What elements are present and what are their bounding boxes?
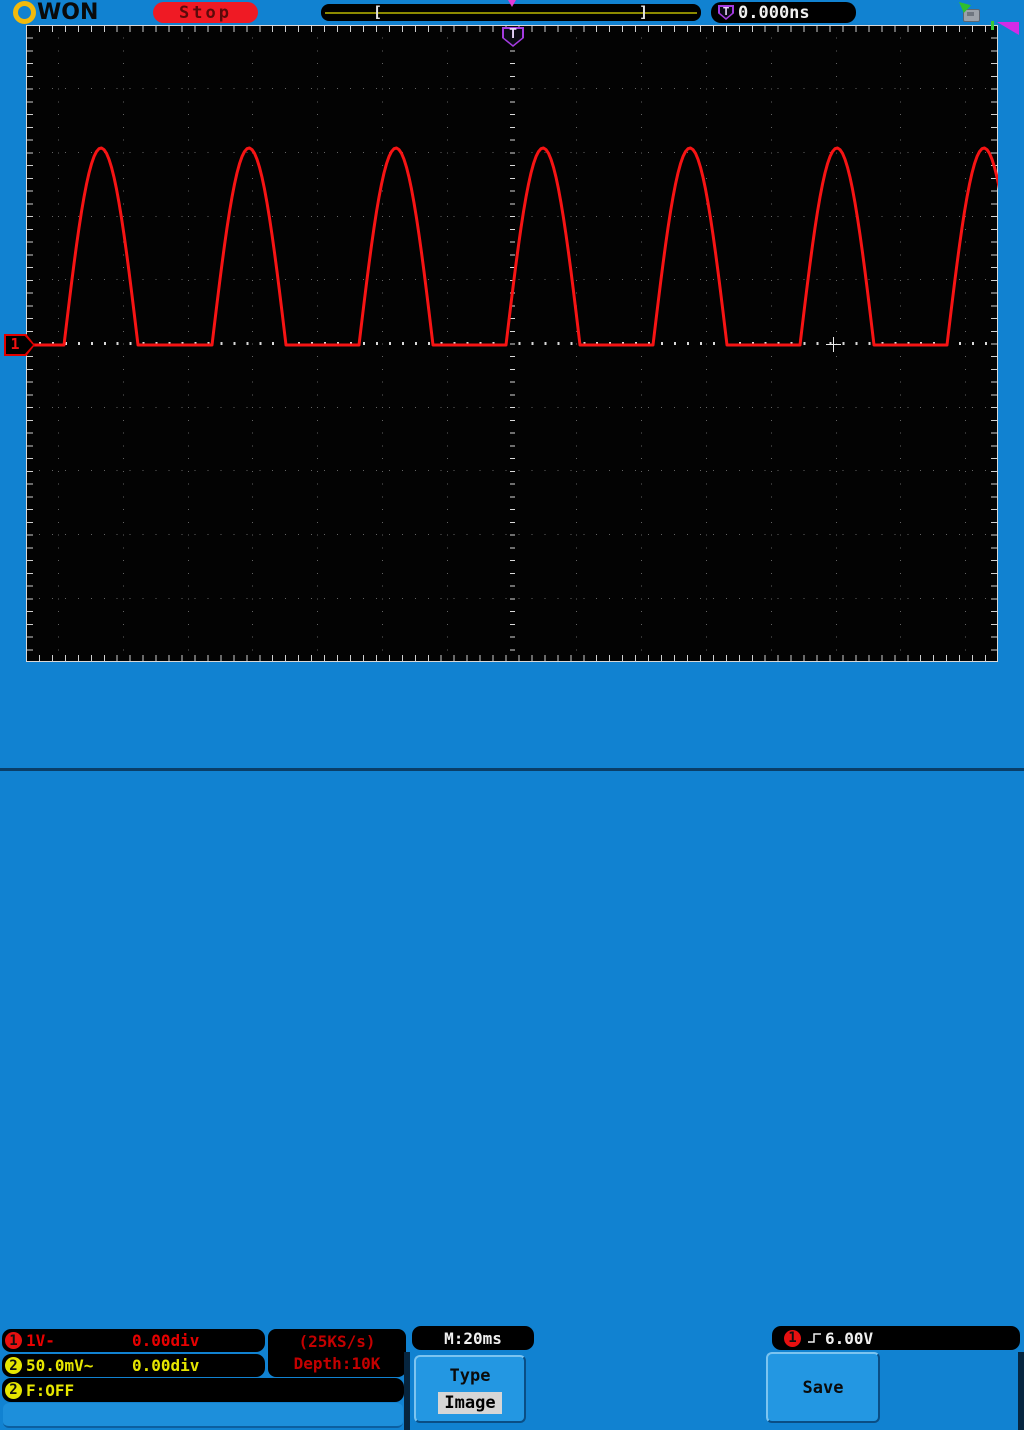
trigger-level-value: 6.00V (825, 1328, 874, 1348)
empty-status-strip (3, 1403, 403, 1428)
freq-counter-label: F:OFF (26, 1380, 75, 1400)
timebase-readout: M:20ms (412, 1326, 534, 1350)
window-start-bracket: [ (373, 3, 383, 21)
frequency-counter-readout: 2 F:OFF (2, 1378, 404, 1402)
ch2-offset: 0.00div (132, 1356, 200, 1375)
header-bar: WON Stop [ ] T 0.000ns (0, 0, 1024, 25)
trigger-source-badge: 1 (784, 1329, 801, 1347)
ch2-badge: 2 (5, 1357, 22, 1374)
usb-device-icon (956, 2, 982, 22)
horizontal-position-bar[interactable]: [ ] (321, 4, 701, 21)
freq-source-badge: 2 (5, 1381, 22, 1399)
corner-tick-icon (991, 21, 994, 30)
oscilloscope-screen: { "header": { "logo_full": "OWON", "logo… (0, 0, 1024, 1430)
status-menu-panel: 1 1V- 0.00div 2 50.0mV~ 0.00div 2 F:OFF … (0, 662, 1024, 1430)
menu-divider (404, 1352, 410, 1430)
timebase-value: M:20ms (444, 1328, 502, 1348)
sample-rate-label: (25KS/s) (298, 1332, 376, 1351)
save-button-label: Save (802, 1377, 844, 1398)
menu-divider (1018, 1352, 1024, 1430)
ch1-badge: 1 (5, 1332, 22, 1349)
trigger-time-readout: T 0.000ns (711, 2, 856, 23)
type-button-value: Image (438, 1392, 502, 1414)
run-state-indicator: Stop (153, 2, 258, 23)
trigger-position-letter: T (509, 27, 517, 42)
run-state-label: Stop (179, 2, 232, 23)
window-end-bracket: ] (639, 3, 649, 21)
ch2-status-readout: 2 50.0mV~ 0.00div (2, 1354, 265, 1377)
ch1-offset: 0.00div (132, 1331, 200, 1350)
type-button-label: Type (449, 1366, 491, 1386)
ch2-scale: 50.0mV~ (26, 1356, 94, 1375)
record-depth-label: Depth:10K (293, 1354, 381, 1373)
type-menu-button[interactable]: Type Image (414, 1355, 526, 1423)
owon-logo: WON (13, 1, 98, 24)
logo-text: WON (37, 0, 99, 25)
screen-cross-marker-icon (826, 337, 841, 352)
waveform-display (26, 25, 998, 662)
logo-o-ring-icon (13, 1, 36, 24)
ch1-waveform-trace (26, 146, 998, 347)
trigger-shield-icon: T (718, 5, 734, 20)
save-button[interactable]: Save (766, 1352, 880, 1423)
acquire-readout: (25KS/s) Depth:10K (268, 1329, 406, 1377)
rising-edge-icon (808, 1333, 821, 1343)
ch1-scale: 1V- (26, 1331, 55, 1350)
ch1-status-readout: 1 1V- 0.00div (2, 1329, 265, 1352)
trigger-time-value: 0.000ns (738, 2, 810, 23)
trigger-shield-letter: T (722, 5, 730, 18)
ch1-marker-label: 1 (10, 335, 20, 353)
trigger-level-readout: 1 6.00V (772, 1326, 1020, 1350)
